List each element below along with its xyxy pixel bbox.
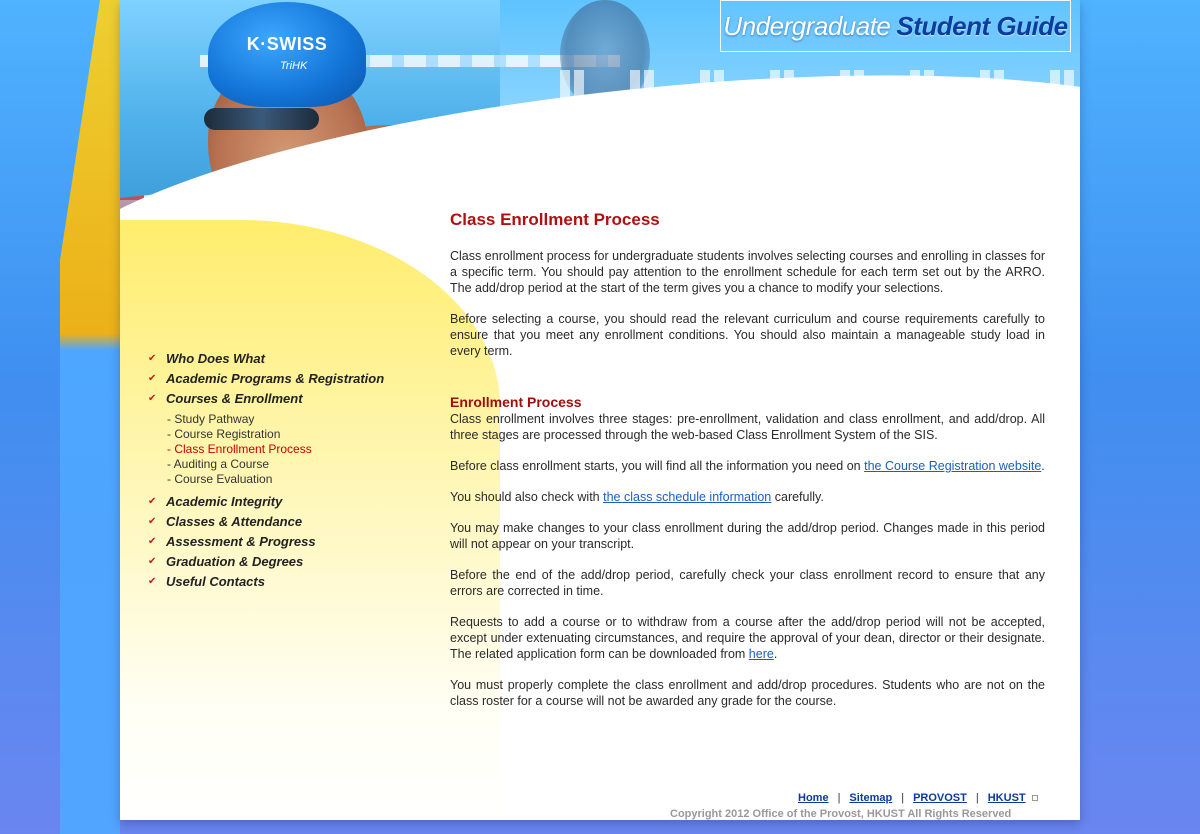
footer-separator: | <box>975 792 979 804</box>
footer-link-sitemap[interactable]: Sitemap <box>849 792 892 804</box>
nav-item-assessment-progress[interactable]: ✔ Assessment & Progress <box>148 531 428 551</box>
chevron-down-icon: ✔ <box>148 392 157 404</box>
chevron-down-icon: ✔ <box>148 495 157 507</box>
paragraph-late-requests: Requests to add a course or to withdraw … <box>450 614 1045 662</box>
footer-separator: | <box>837 792 841 804</box>
footer-link-provost[interactable]: PROVOST <box>913 792 967 804</box>
paragraph-stages: Class enrollment involves three stages: … <box>450 412 1045 442</box>
nav-item-label: Who Does What <box>166 350 265 366</box>
paragraph-class-roster: You must properly complete the class enr… <box>450 678 1045 708</box>
site-title-bold: Student Guide <box>896 10 1068 41</box>
sub-nav: - Study Pathway - Course Registration - … <box>167 412 428 487</box>
paragraph-text: . <box>1041 459 1045 473</box>
nav-item-label: Academic Programs & Registration <box>166 370 385 386</box>
nav-item-graduation-degrees[interactable]: ✔ Graduation & Degrees <box>148 551 428 571</box>
nav-item-useful-contacts[interactable]: ✔ Useful Contacts <box>148 571 428 591</box>
nav-item-label: Classes & Attendance <box>166 513 303 529</box>
site-title-light: Undergraduate <box>723 10 891 41</box>
intro-paragraph-2: Before selecting a course, you should re… <box>450 312 1045 358</box>
external-link-icon <box>1031 795 1038 802</box>
nav-item-label: Academic Integrity <box>166 493 283 509</box>
chevron-down-icon: ✔ <box>148 535 157 547</box>
chevron-down-icon: ✔ <box>148 555 157 567</box>
paragraph-text: Before class enrollment starts, you will… <box>450 459 865 473</box>
paragraph-text: . <box>773 647 778 661</box>
paragraph-check-record: Before the end of the add/drop period, c… <box>450 568 1045 598</box>
section-title: Enrollment Process <box>450 394 582 410</box>
page-title: Class Enrollment Process <box>450 210 660 229</box>
sub-item-study-pathway[interactable]: - Study Pathway <box>167 412 428 427</box>
class-schedule-link[interactable]: the class schedule information <box>603 490 771 504</box>
paragraph-text: carefully. <box>771 490 824 504</box>
copyright-text: Copyright 2012 Office of the Provost, HK… <box>670 808 1012 820</box>
chevron-down-icon: ✔ <box>148 372 157 384</box>
paragraph-course-registration: Before class enrollment starts, you will… <box>450 458 1045 474</box>
nav-item-label: Graduation & Degrees <box>166 553 304 569</box>
footer-link-hkust[interactable]: HKUST <box>988 792 1026 804</box>
footer-links: Home | Sitemap | PROVOST | HKUST <box>798 792 1038 804</box>
decorative-swoosh <box>60 0 120 834</box>
cap-team-text: TriHK <box>280 60 308 72</box>
sub-item-auditing-course[interactable]: - Auditing a Course <box>167 457 428 472</box>
application-form-link[interactable]: here <box>749 647 774 661</box>
chevron-down-icon: ✔ <box>148 515 157 527</box>
nav-item-classes-attendance[interactable]: ✔ Classes & Attendance <box>148 511 428 531</box>
intro-paragraph-1: Class enrollment process for undergradua… <box>450 249 1045 295</box>
nav-item-academic-programs[interactable]: ✔ Academic Programs & Registration <box>148 368 428 388</box>
nav-item-academic-integrity[interactable]: ✔ Academic Integrity <box>148 491 428 511</box>
nav-item-label: Assessment & Progress <box>166 533 316 549</box>
nav-item-who-does-what[interactable]: ✔ Who Does What <box>148 348 428 368</box>
swim-cap: K·SWISS <box>208 2 366 107</box>
cap-brand-text: K·SWISS <box>246 34 328 54</box>
sub-item-class-enrollment-process[interactable]: - Class Enrollment Process <box>167 442 428 457</box>
sub-item-course-registration[interactable]: - Course Registration <box>167 427 428 442</box>
paragraph-add-drop-changes: You may make changes to your class enrol… <box>450 521 1045 551</box>
nav-item-label: Courses & Enrollment <box>166 390 303 406</box>
footer-link-home[interactable]: Home <box>798 792 829 804</box>
chevron-down-icon: ✔ <box>148 352 157 364</box>
paragraph-text: Requests to add a course or to withdraw … <box>450 615 1045 661</box>
main-content: Class Enrollment Process Class enrollmen… <box>450 208 1045 724</box>
sidebar-nav: ✔ Who Does What ✔ Academic Programs & Re… <box>148 348 428 591</box>
course-registration-link[interactable]: the Course Registration website <box>864 459 1041 473</box>
paragraph-text: You should also check with <box>450 490 604 504</box>
site-title: Undergraduate Student Guide <box>720 0 1071 52</box>
chevron-down-icon: ✔ <box>148 575 157 587</box>
nav-item-label: Useful Contacts <box>166 573 265 589</box>
footer-separator: | <box>901 792 905 804</box>
paragraph-class-schedule: You should also check with the class sch… <box>450 489 1045 505</box>
nav-item-courses-enrollment[interactable]: ✔ Courses & Enrollment <box>148 388 428 408</box>
goggles <box>204 108 319 130</box>
sub-item-course-evaluation[interactable]: - Course Evaluation <box>167 472 428 487</box>
